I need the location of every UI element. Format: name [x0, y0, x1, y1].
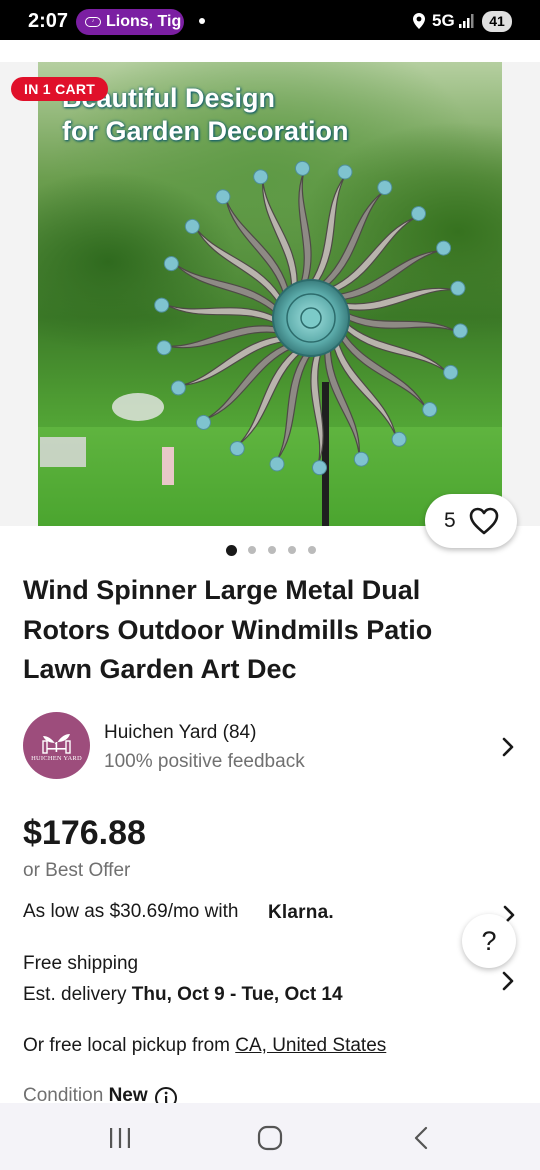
- music-app-icon: ♪: [85, 17, 101, 27]
- klarna-financing-row[interactable]: As low as $30.69/mo with Klarna.: [23, 901, 523, 927]
- home-icon[interactable]: [257, 1125, 283, 1151]
- estimated-delivery: Est. delivery Thu, Oct 9 - Tue, Oct 14: [23, 984, 343, 1006]
- seller-name[interactable]: Huichen Yard (84): [104, 722, 256, 744]
- klarna-logo: Klarna.: [268, 902, 334, 923]
- battery-icon: 41: [482, 11, 512, 32]
- est-delivery-dates: Thu, Oct 9 - Tue, Oct 14: [131, 984, 343, 1005]
- location-icon: [413, 13, 425, 29]
- seller-feedback: 100% positive feedback: [104, 751, 305, 772]
- pickup-location-link[interactable]: CA, United States: [235, 1035, 386, 1056]
- seller-avatar-text: HUICHEN YARD: [31, 755, 82, 762]
- pagination-dot: [248, 546, 256, 554]
- pagination-dot: [308, 546, 316, 554]
- best-offer-label: or Best Offer: [23, 860, 131, 881]
- product-image-carousel[interactable]: Beautiful Design for Garden Decoration: [0, 62, 540, 526]
- hero-headline-line-2: for Garden Decoration: [62, 116, 349, 146]
- notification-pill[interactable]: ♪ Lions, Tig: [76, 9, 184, 35]
- shipping-title: Free shipping: [23, 953, 139, 974]
- installment-text: As low as $30.69/mo with: [23, 901, 239, 922]
- heart-icon: [469, 507, 499, 535]
- status-time: 2:07: [28, 10, 69, 32]
- notification-dot-icon: [199, 18, 205, 24]
- shipping-row[interactable]: Free shipping Est. delivery Thu, Oct 9 -…: [23, 953, 523, 1013]
- watch-count: 5: [444, 509, 456, 532]
- est-delivery-label: Est. delivery: [23, 984, 127, 1005]
- seller-logo-icon: [42, 734, 71, 754]
- back-icon[interactable]: [411, 1125, 431, 1151]
- pickup-text: Or free local pickup from: [23, 1035, 230, 1056]
- pagination-dot-active: [226, 545, 237, 556]
- product-photo[interactable]: Beautiful Design for Garden Decoration: [38, 62, 502, 526]
- chevron-right-icon[interactable]: [501, 736, 515, 758]
- chevron-right-icon[interactable]: [501, 970, 515, 992]
- status-bar: 2:07 ♪ Lions, Tig 5G 41: [0, 0, 540, 40]
- pagination-dot: [268, 546, 276, 554]
- recent-apps-icon[interactable]: [108, 1127, 132, 1149]
- listing-title: Wind Spinner Large Metal Dual Rotors Out…: [23, 575, 433, 684]
- system-nav-bar: [0, 1103, 540, 1170]
- pagination-dot: [288, 546, 296, 554]
- local-pickup: Or free local pickup from CA, United Sta…: [23, 1035, 386, 1057]
- price: $176.88: [23, 814, 146, 852]
- watch-button[interactable]: 5: [425, 494, 517, 548]
- seller-row[interactable]: HUICHEN YARD Huichen Yard (84) 100% posi…: [23, 712, 523, 780]
- seller-avatar: HUICHEN YARD: [23, 712, 90, 779]
- notification-pill-text: Lions, Tig: [106, 13, 182, 30]
- in-cart-badge: IN 1 CART: [11, 77, 109, 101]
- signal-icon: [459, 14, 474, 28]
- network-type: 5G: [432, 11, 455, 30]
